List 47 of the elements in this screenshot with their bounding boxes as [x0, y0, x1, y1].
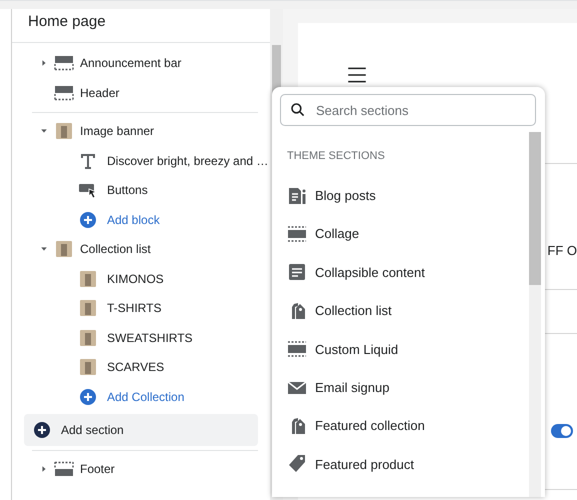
collapse-caret-icon[interactable]	[40, 465, 48, 474]
tag-icon	[287, 454, 307, 474]
section-option[interactable]: Email signup	[272, 368, 545, 407]
add-icon	[32, 420, 52, 440]
add-icon	[78, 210, 98, 230]
section-layout-icon	[287, 339, 307, 360]
group-heading: THEME SECTIONS	[286, 149, 386, 164]
block-item[interactable]: T-SHIRTS	[12, 294, 270, 323]
lines-icon	[287, 262, 307, 282]
section-option[interactable]: Collapsible content	[272, 253, 545, 292]
thumbnail-image	[78, 328, 98, 348]
add-link[interactable]: Add Collection	[12, 382, 270, 412]
document-icon	[287, 186, 307, 206]
section-option[interactable]: Collage	[272, 214, 545, 254]
block-item[interactable]: SWEATSHIRTS	[12, 323, 270, 352]
add-link[interactable]: Add block	[12, 205, 270, 234]
section-item[interactable]: Collection list	[12, 234, 270, 264]
collapse-caret-icon[interactable]	[40, 59, 48, 68]
block-item[interactable]: Buttons	[12, 176, 270, 205]
expand-caret-icon[interactable]	[40, 245, 48, 254]
search-field[interactable]: Search sections	[280, 94, 536, 126]
section-option[interactable]: Collection list	[272, 292, 545, 330]
scrollbar-thumb[interactable]	[529, 132, 541, 285]
section-option[interactable]: Featured collection	[272, 406, 545, 446]
thumbnail-image	[78, 268, 98, 289]
add-section-button[interactable]: Add section	[24, 414, 258, 446]
expand-caret-icon[interactable]	[40, 127, 48, 136]
section-item[interactable]: Header	[12, 78, 270, 108]
thumbnail-image	[54, 239, 74, 260]
thumbnail-image	[54, 121, 74, 142]
thumbnail-image	[78, 357, 98, 378]
block-item[interactable]: Discover bright, breezy and …	[12, 146, 270, 176]
section-option[interactable]: Custom Liquid	[272, 330, 545, 368]
section-option[interactable]: Featured product	[272, 445, 545, 484]
thumbnail-image	[78, 298, 98, 318]
preview-text: FF O	[547, 242, 577, 260]
section-option[interactable]: Blog posts	[272, 176, 545, 215]
section-item[interactable]: Image banner	[12, 116, 270, 146]
section-item[interactable]: Footer	[12, 454, 270, 484]
scrollbar[interactable]	[529, 132, 541, 497]
search-icon	[290, 102, 306, 118]
add-icon	[78, 386, 98, 407]
section-item[interactable]: Announcement bar	[12, 48, 270, 78]
block-item[interactable]: SCARVES	[12, 352, 270, 382]
section-layout-icon	[287, 224, 307, 244]
toggle-switch[interactable]	[550, 421, 574, 441]
block-item[interactable]: KIMONOS	[12, 264, 270, 294]
